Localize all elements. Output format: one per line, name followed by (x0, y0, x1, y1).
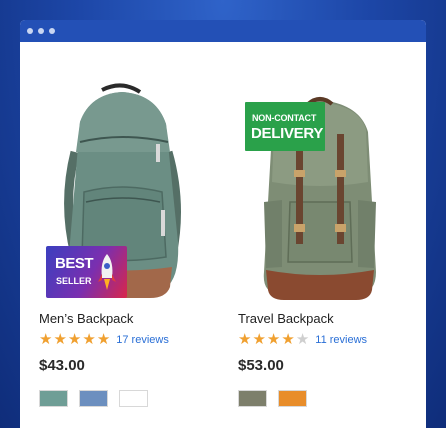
window-titlebar (20, 20, 426, 42)
badge-line-1: BEST (55, 255, 94, 272)
product-card-travel-backpack[interactable]: NON-CONTACT DELIVERY Travel Backpack ★ ★… (220, 42, 405, 422)
reviews-link[interactable]: 17 reviews (116, 334, 169, 346)
product-rating: ★ ★ ★ ★ ★ 17 reviews (39, 332, 169, 348)
product-name[interactable]: Travel Backpack (238, 311, 334, 326)
star-icon: ★ (67, 331, 82, 348)
reviews-link[interactable]: 11 reviews (315, 334, 367, 346)
color-swatch-orange[interactable] (278, 390, 307, 407)
color-swatch-teal[interactable] (39, 390, 68, 407)
product-name[interactable]: Men’s Backpack (39, 311, 133, 326)
window-control-dot[interactable] (38, 28, 44, 34)
window-control-dot[interactable] (49, 28, 55, 34)
rocket-icon (98, 254, 116, 290)
badge-line-2: SELLER (56, 276, 92, 286)
product-rating: ★ ★ ★ ★ ★ 11 reviews (238, 332, 367, 348)
star-icon: ★ (96, 331, 111, 348)
badge-line-1: NON-CONTACT (252, 113, 317, 123)
browser-window: BEST SELLER Men’s Backpack ★ ★ ★ ★ ★ 17 … (20, 20, 426, 428)
color-swatch-olive[interactable] (238, 390, 267, 407)
star-icon: ★ (266, 331, 281, 348)
star-icon: ★ (252, 331, 266, 348)
window-control-dot[interactable] (27, 28, 33, 34)
star-icon: ★ (39, 331, 53, 348)
best-seller-badge: BEST SELLER (46, 246, 127, 298)
star-icon: ★ (238, 331, 252, 348)
star-icon: ★ (82, 331, 96, 348)
color-swatch-white[interactable] (119, 390, 148, 407)
color-swatches (39, 390, 148, 407)
product-price: $53.00 (238, 357, 284, 374)
product-price: $43.00 (39, 357, 85, 374)
star-icon: ★ (281, 331, 295, 348)
color-swatches (238, 390, 307, 407)
product-card-mens-backpack[interactable]: BEST SELLER Men’s Backpack ★ ★ ★ ★ ★ 17 … (20, 42, 205, 422)
badge-line-2: DELIVERY (251, 125, 324, 142)
star-empty-icon: ★ (295, 331, 310, 348)
product-image-travel-backpack[interactable] (220, 42, 405, 302)
non-contact-delivery-badge: NON-CONTACT DELIVERY (245, 102, 325, 151)
star-icon: ★ (53, 331, 67, 348)
color-swatch-blue[interactable] (79, 390, 108, 407)
